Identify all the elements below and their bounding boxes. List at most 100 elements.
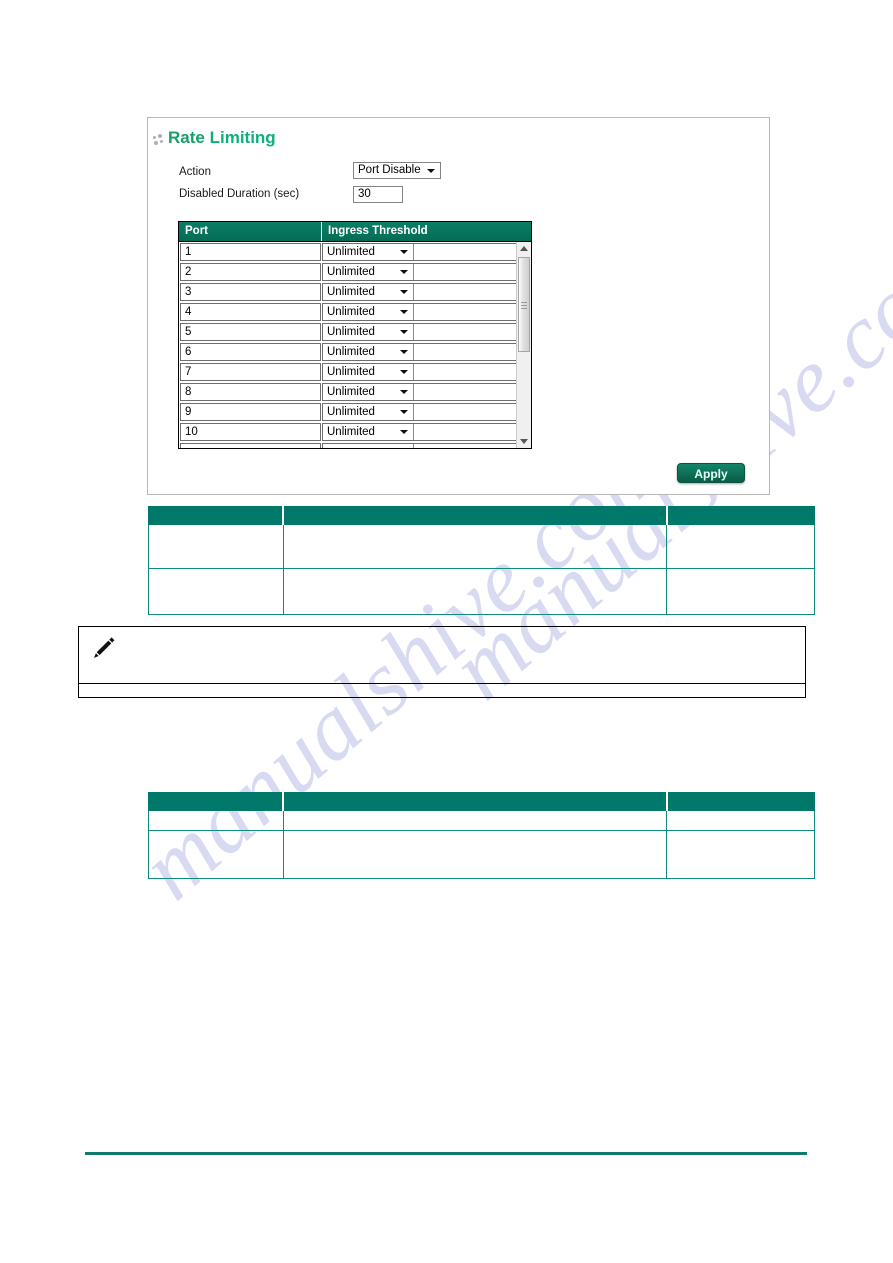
ingress-threshold-cell [322, 443, 517, 448]
port-number-cell[interactable]: 3 [180, 283, 321, 301]
column-header-port: Port [179, 222, 322, 241]
ingress-threshold-value: Unlimited [327, 386, 375, 398]
table-row: 6 Unlimited [179, 342, 531, 362]
port-number-cell[interactable]: 10 [180, 423, 321, 441]
cell-description [282, 568, 668, 615]
ingress-threshold-cell: Unlimited [322, 363, 517, 381]
scroll-up-arrow-icon[interactable] [517, 242, 531, 256]
rate-limiting-panel: Rate Limiting Action Port Disable Disabl… [147, 117, 770, 495]
page-title-word-one: Rate [168, 128, 205, 147]
cell-setting [148, 568, 284, 615]
note-divider [79, 683, 805, 684]
table-row [148, 524, 815, 569]
chevron-down-icon [400, 330, 408, 334]
chevron-down-icon [400, 270, 408, 274]
ingress-threshold-select[interactable]: Unlimited [323, 344, 414, 360]
note-callout [78, 626, 806, 698]
column-header-setting [148, 792, 285, 811]
action-label: Action [179, 166, 211, 178]
ingress-threshold-select[interactable]: Unlimited [323, 364, 414, 380]
chevron-down-icon [400, 350, 408, 354]
action-select[interactable]: Port Disable [353, 162, 441, 179]
column-header-description [282, 506, 668, 525]
ingress-threshold-value: Unlimited [327, 326, 375, 338]
ingress-threshold-value: Unlimited [327, 366, 375, 378]
page-title: Rate Limiting [168, 128, 276, 148]
table-row: 5 Unlimited [179, 322, 531, 342]
port-number-cell[interactable]: 1 [180, 243, 321, 261]
port-number-cell[interactable]: 2 [180, 263, 321, 281]
ports-table-body: 1 Unlimited 2 Unlimited 3 Unlimited 4 Unlimited… [179, 241, 531, 448]
table-row: 7 Unlimited [179, 362, 531, 382]
table-row: 3 Unlimited [179, 282, 531, 302]
chevron-down-icon [400, 250, 408, 254]
disabled-duration-input[interactable]: 30 [353, 186, 403, 203]
cell-description [282, 830, 668, 879]
port-number-cell[interactable]: 4 [180, 303, 321, 321]
ingress-threshold-value: Unlimited [327, 306, 375, 318]
chevron-down-icon [427, 168, 435, 173]
table-row: 10 Unlimited [179, 422, 531, 442]
table-row: 4 Unlimited [179, 302, 531, 322]
ingress-threshold-select[interactable]: Unlimited [323, 424, 414, 440]
settings-description-table-one [148, 506, 815, 615]
ingress-threshold-cell: Unlimited [322, 423, 517, 441]
ingress-threshold-cell: Unlimited [322, 343, 517, 361]
ports-table: Port Ingress Threshold 1 Unlimited 2 Unlimi… [178, 221, 532, 449]
port-number-cell[interactable]: 9 [180, 403, 321, 421]
ingress-threshold-value: Unlimited [327, 286, 375, 298]
port-number-cell[interactable]: 8 [180, 383, 321, 401]
cell-setting [148, 830, 284, 879]
table-header-row [148, 506, 815, 525]
ingress-threshold-value: Unlimited [327, 266, 375, 278]
ports-scrollbar[interactable] [516, 242, 531, 448]
scrollbar-thumb[interactable] [518, 257, 530, 352]
port-number-cell[interactable]: 7 [180, 363, 321, 381]
chevron-down-icon [400, 410, 408, 414]
column-header-description [282, 792, 668, 811]
ingress-threshold-cell: Unlimited [322, 263, 517, 281]
cell-description [282, 810, 668, 831]
ingress-threshold-cell: Unlimited [322, 323, 517, 341]
column-header-factory-default [666, 506, 815, 525]
disabled-duration-label: Disabled Duration (sec) [179, 188, 300, 200]
dots-cluster-icon [153, 134, 166, 147]
table-header-row [148, 792, 815, 811]
cell-factory-default [666, 568, 815, 615]
ports-table-header: Port Ingress Threshold [179, 222, 531, 241]
ingress-threshold-select[interactable] [323, 444, 414, 448]
table-row: 9 Unlimited [179, 402, 531, 422]
ingress-threshold-select[interactable]: Unlimited [323, 404, 414, 420]
table-row [148, 568, 815, 615]
ingress-threshold-select[interactable]: Unlimited [323, 244, 414, 260]
apply-button[interactable]: Apply [677, 463, 745, 483]
ingress-threshold-cell: Unlimited [322, 243, 517, 261]
port-number-cell[interactable] [180, 443, 321, 448]
table-row [179, 442, 531, 448]
column-header-factory-default [666, 792, 815, 811]
ingress-threshold-cell: Unlimited [322, 383, 517, 401]
port-number-cell[interactable]: 6 [180, 343, 321, 361]
cell-factory-default [666, 830, 815, 879]
ingress-threshold-value: Unlimited [327, 346, 375, 358]
port-number-cell[interactable]: 5 [180, 323, 321, 341]
ingress-threshold-select[interactable]: Unlimited [323, 284, 414, 300]
ingress-threshold-select[interactable]: Unlimited [323, 384, 414, 400]
column-header-setting [148, 506, 285, 525]
ingress-threshold-select[interactable]: Unlimited [323, 264, 414, 280]
cell-description [282, 524, 668, 569]
chevron-down-icon [400, 290, 408, 294]
ingress-threshold-select[interactable]: Unlimited [323, 304, 414, 320]
ingress-threshold-select[interactable]: Unlimited [323, 324, 414, 340]
table-row: 8 Unlimited [179, 382, 531, 402]
scroll-down-arrow-icon[interactable] [517, 434, 531, 448]
table-row [148, 810, 815, 831]
ingress-threshold-cell: Unlimited [322, 403, 517, 421]
ingress-threshold-value: Unlimited [327, 426, 375, 438]
table-row: 1 Unlimited [179, 242, 531, 262]
footer-divider [85, 1152, 807, 1155]
table-row: 2 Unlimited [179, 262, 531, 282]
ingress-threshold-cell: Unlimited [322, 303, 517, 321]
ingress-threshold-value: Unlimited [327, 406, 375, 418]
chevron-down-icon [400, 370, 408, 374]
